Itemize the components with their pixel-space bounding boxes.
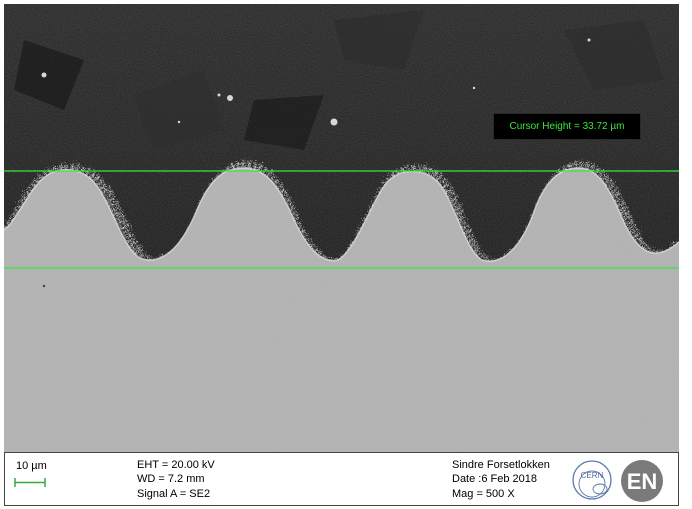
svg-text:EN: EN xyxy=(627,469,658,494)
sem-micrograph xyxy=(4,0,679,452)
en-logo-icon: EN xyxy=(621,460,663,502)
svg-text:CERN: CERN xyxy=(581,471,604,480)
acquisition-date: Date :6 Feb 2018 xyxy=(452,473,538,485)
scale-bar xyxy=(14,478,46,487)
cursor-height-label: Cursor Height = 33.72 µm xyxy=(509,121,625,132)
operator-name: Sindre Forsetlokken xyxy=(452,459,550,471)
eht-value: EHT = 20.00 kV xyxy=(137,459,215,471)
sem-micrograph-frame: Cursor Height = 33.72 µm 10 µm EHT = 20.… xyxy=(0,0,692,509)
cern-logo-icon: CERN xyxy=(572,460,612,500)
top-margin xyxy=(4,0,679,4)
scale-bar-label: 10 µm xyxy=(16,460,47,472)
cursor-height-readout: Cursor Height = 33.72 µm xyxy=(493,113,641,140)
signal-value: Signal A = SE2 xyxy=(137,488,211,500)
magnification: Mag = 500 X xyxy=(452,488,515,500)
wd-value: WD = 7.2 mm xyxy=(137,473,205,485)
